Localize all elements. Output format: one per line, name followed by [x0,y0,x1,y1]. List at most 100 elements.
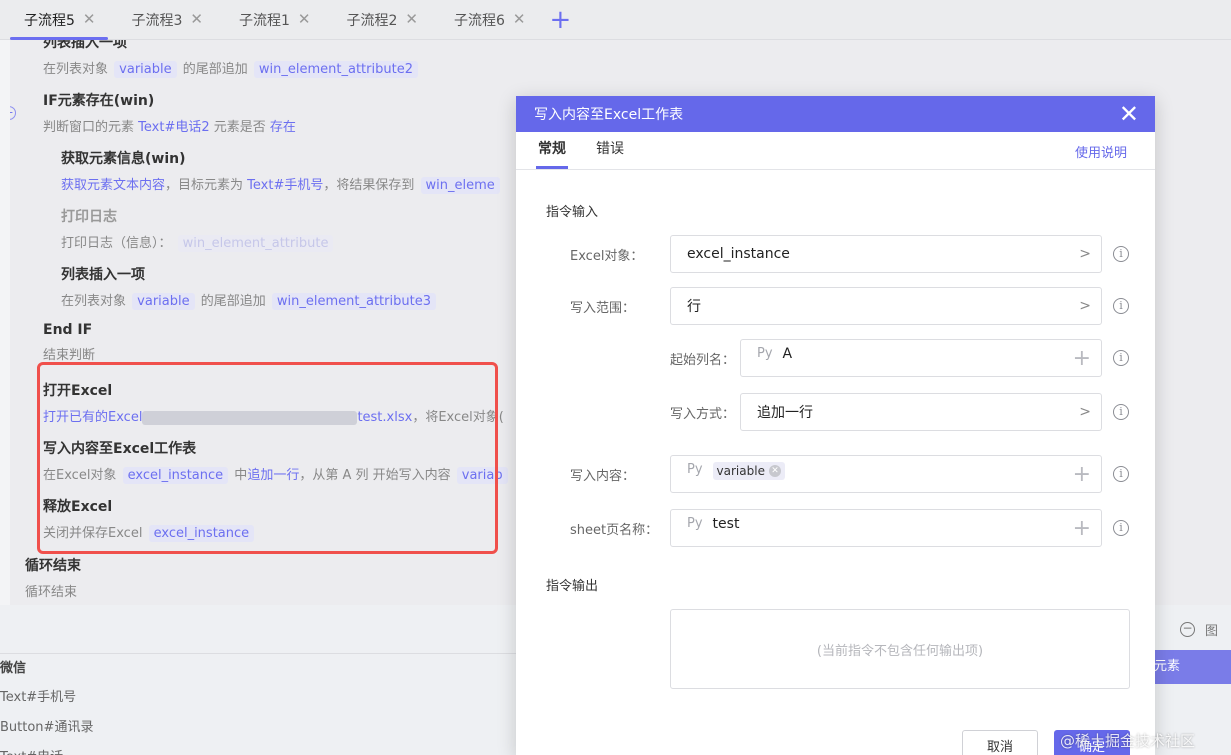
close-icon[interactable]: ✕ [1119,102,1139,126]
variable-tag: win_eleme [420,177,500,194]
tab-label: 子流程5 [24,12,75,29]
variable-tag: variable [114,61,177,78]
step-title: 列表插入一项 [61,267,145,283]
plus-icon[interactable]: + [1073,348,1091,370]
field-value: test [712,516,740,532]
list-item[interactable]: Text#手机号 [0,683,520,713]
step-desc: 判断窗口的元素 Text#电话2 元素是否 存在 [43,116,296,135]
tab-label: 子流程1 [239,12,290,29]
dialog-tabs: 常规 错误 使用说明 [516,132,1155,170]
close-icon[interactable]: ✕ [83,12,96,27]
tab-subflow-1[interactable]: 子流程1 ✕ [215,0,323,40]
excel-object-row: Excel对象： excel_instance > i [516,235,1155,273]
help-link[interactable]: 使用说明 [1075,142,1127,161]
flow-step[interactable]: 获取元素信息(win) 获取元素文本内容，目标元素为 Text#手机号，将结果保… [61,148,502,194]
step-title: IF元素存在(win) [43,93,155,109]
input-section-title: 指令输入 [546,205,599,220]
element-ref: Text#电话2 [138,120,210,135]
field-value: 行 [687,299,701,315]
start-column-row: 起始列名： Py A + i [516,339,1155,377]
step-desc: 结束判断 [43,348,96,363]
write-range-select[interactable]: 行 > [670,287,1102,325]
highlight-box [37,362,498,554]
output-box: (当前指令不包含任何输出项) [670,609,1130,689]
close-icon[interactable]: ✕ [405,12,418,27]
condition-ref: 存在 [269,120,296,135]
flow-step[interactable]: End IF 结束判断 [43,322,95,363]
field-label: 起始列名： [670,353,736,368]
minus-circle-icon[interactable]: − [1180,621,1195,637]
action-ref: 获取元素文本内容 [61,178,166,193]
panel-header-label: 图 [1205,623,1219,639]
step-desc: 打印日志（信息）： win_element_attribute [61,232,335,252]
field-value: excel_instance [687,246,790,262]
field-value: A [782,346,793,362]
chevron-right-icon: > [1079,246,1091,262]
tab-subflow-6[interactable]: 子流程6 ✕ [430,0,538,40]
field-value: variable ✕ [712,462,1073,480]
tab-subflow-2[interactable]: 子流程2 ✕ [323,0,431,40]
desc-text: 判断窗口的元素 [43,120,135,135]
flow-step[interactable]: IF元素存在(win) 判断窗口的元素 Text#电话2 元素是否 存在 [43,90,296,135]
field-label: 写入范围： [570,301,636,316]
write-mode-row: 写入方式： 追加一行 > i [516,393,1155,431]
step-desc: 获取元素文本内容，目标元素为 Text#手机号，将结果保存到 win_eleme [61,174,502,194]
flow-step-disabled[interactable]: 打印日志 打印日志（信息）： win_element_attribute [61,206,335,252]
info-icon[interactable]: i [1113,520,1129,536]
step-title: 打印日志 [61,209,117,225]
python-mode-icon[interactable]: Py [687,516,703,531]
panel-header: − 图 [1150,605,1231,653]
info-icon[interactable]: i [1113,298,1129,314]
tab-general[interactable]: 常规 [536,131,580,169]
tab-error[interactable]: 错误 [594,131,638,169]
start-column-input[interactable]: Py A + [740,339,1102,377]
plus-icon[interactable]: + [1073,464,1091,486]
plus-icon[interactable]: + [1073,518,1091,540]
cancel-button[interactable]: 取消 [962,730,1038,755]
dialog-header: 写入内容至Excel工作表 ✕ [516,96,1155,132]
variable-tag: win_element_attribute [177,235,334,252]
field-label: Excel对象： [570,249,644,264]
list-item[interactable]: Text#电话 [0,743,520,755]
desc-text: 打印日志（信息）： [61,236,172,251]
info-icon[interactable]: i [1113,466,1129,482]
info-icon[interactable]: i [1113,350,1129,366]
list-item[interactable]: Button#通讯录 [0,713,520,743]
chevron-right-icon: > [1079,298,1091,314]
flow-step[interactable]: 循环结束 循环结束 [25,555,81,600]
write-range-row: 写入范围： 行 > i [516,287,1155,325]
desc-text: 在列表对象 [43,62,109,77]
step-desc: 循环结束 [25,585,78,600]
desc-text: ，目标元素为 [165,178,244,193]
collapse-icon[interactable]: − [10,106,16,120]
close-icon[interactable]: ✕ [298,12,311,27]
close-icon[interactable]: ✕ [513,12,526,27]
excel-object-select[interactable]: excel_instance > [670,235,1102,273]
variable-tag: win_element_attribute2 [253,61,418,78]
write-mode-select[interactable]: 追加一行 > [740,393,1102,431]
flow-step[interactable]: 列表插入一项 在列表对象 variable 的尾部追加 win_element_… [43,40,420,78]
tab-subflow-3[interactable]: 子流程3 ✕ [108,0,216,40]
variable-chip[interactable]: variable ✕ [712,462,785,480]
tab-label: 子流程3 [131,12,183,29]
write-content-input[interactable]: Py variable ✕ + [670,455,1102,493]
tab-label: 子流程2 [346,12,398,29]
desc-text: ，将结果保存到 [323,178,415,193]
python-mode-icon[interactable]: Py [757,346,773,361]
info-icon[interactable]: i [1113,246,1129,262]
flow-step[interactable]: 列表插入一项 在列表对象 variable 的尾部追加 win_element_… [61,264,438,310]
sheet-name-input[interactable]: Py test + [670,509,1102,547]
close-icon[interactable]: ✕ [190,12,203,27]
list-item[interactable]: 微信 [0,653,520,683]
write-excel-dialog: 写入内容至Excel工作表 ✕ 常规 错误 使用说明 指令输入 Excel对象：… [516,96,1155,755]
plus-icon[interactable]: + [550,7,572,33]
info-icon[interactable]: i [1113,404,1129,420]
variable-tag: variable [132,293,195,310]
output-placeholder: (当前指令不包含任何输出项) [816,643,984,659]
python-mode-icon[interactable]: Py [687,462,703,477]
remove-chip-icon[interactable]: ✕ [768,465,781,477]
tab-subflow-5[interactable]: 子流程5 ✕ [0,0,108,40]
step-title: 列表插入一项 [43,40,127,51]
watermark: @稀土掘金技术社区 [1060,732,1196,750]
field-label: 写入方式： [670,407,736,422]
